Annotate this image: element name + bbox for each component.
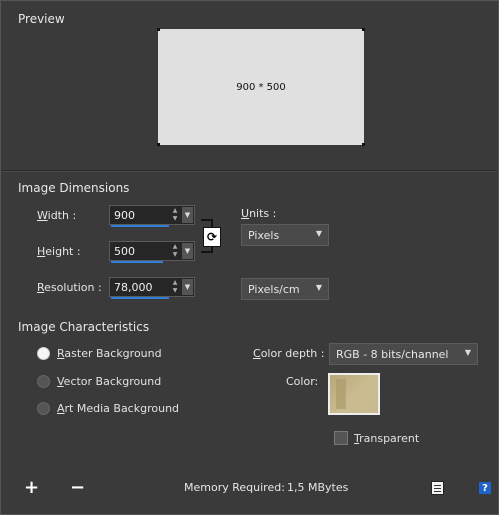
increment-icon[interactable]: ▲ — [173, 207, 178, 215]
resolution-dropdown-button[interactable]: ▼ — [182, 279, 193, 295]
transparent-label: Transparent — [354, 431, 420, 445]
memory-required-label: Memory Required: — [184, 481, 285, 494]
image-characteristics-title: Image Characteristics — [18, 320, 150, 334]
height-underline — [111, 261, 163, 263]
height-value[interactable]: 500 — [114, 245, 135, 258]
image-dimensions-title: Image Dimensions — [18, 181, 130, 195]
decrement-icon[interactable]: ▼ — [173, 215, 178, 223]
transparent-checkbox[interactable] — [334, 431, 348, 445]
divider — [2, 170, 497, 172]
vector-background-label: Vector Background — [57, 375, 162, 388]
width-underline — [111, 225, 169, 227]
units-select[interactable]: Pixels ▼ — [241, 224, 329, 246]
units-value: Pixels — [248, 229, 280, 242]
link-icon[interactable]: ⟳ — [203, 227, 221, 247]
color-label: Color: — [286, 375, 319, 388]
remove-preset-button[interactable]: − — [70, 477, 85, 498]
radio-selected-icon[interactable] — [37, 347, 50, 360]
raster-background-option[interactable]: Raster Background — [37, 347, 162, 360]
chevron-down-icon: ▼ — [184, 211, 191, 219]
width-dropdown-button[interactable]: ▼ — [182, 207, 193, 223]
resolution-underline — [111, 297, 169, 299]
decrement-icon[interactable]: ▼ — [173, 287, 178, 295]
preview-corner — [157, 143, 160, 146]
preview-corner — [157, 28, 160, 31]
color-depth-select[interactable]: RGB - 8 bits/channel ▼ — [329, 343, 478, 365]
new-image-dialog: Preview 900 * 500 Image Dimensions Width… — [0, 0, 499, 515]
height-field[interactable]: 500 ▲ ▼ ▼ — [109, 241, 195, 263]
chevron-down-icon: ▼ — [315, 283, 322, 292]
resolution-stepper[interactable]: ▲ ▼ — [169, 279, 181, 295]
units-label: Units : — [241, 207, 277, 220]
add-preset-button[interactable]: + — [24, 477, 39, 498]
chevron-down-icon: ▼ — [184, 283, 191, 291]
width-label: Width : — [37, 209, 77, 222]
preview-corner — [362, 143, 365, 146]
radio-icon[interactable] — [37, 375, 50, 388]
preview-title: Preview — [18, 12, 65, 26]
memory-required-value: 1,5 MBytes — [287, 481, 349, 494]
chevron-down-icon: ▼ — [184, 247, 191, 255]
resolution-label: Resolution : — [37, 281, 102, 294]
width-field[interactable]: 900 ▲ ▼ ▼ — [109, 205, 195, 227]
notes-icon[interactable] — [431, 481, 444, 495]
radio-icon[interactable] — [37, 402, 50, 415]
increment-icon[interactable]: ▲ — [173, 279, 178, 287]
increment-icon[interactable]: ▲ — [173, 243, 178, 251]
decrement-icon[interactable]: ▼ — [173, 251, 178, 259]
resolution-field[interactable]: 78,000 ▲ ▼ ▼ — [109, 277, 195, 299]
raster-background-label: Raster Background — [57, 347, 162, 360]
chevron-down-icon: ▼ — [315, 229, 322, 238]
height-stepper[interactable]: ▲ ▼ — [169, 243, 181, 259]
resolution-value[interactable]: 78,000 — [114, 281, 153, 294]
height-dropdown-button[interactable]: ▼ — [182, 243, 193, 259]
color-depth-label: Color depth : — [253, 347, 325, 360]
resolution-units-value: Pixels/cm — [248, 283, 300, 296]
resolution-units-select[interactable]: Pixels/cm ▼ — [241, 278, 329, 300]
art-media-background-option[interactable]: Art Media Background — [37, 402, 179, 415]
vector-background-option[interactable]: Vector Background — [37, 375, 161, 388]
transparent-option[interactable]: Transparent — [334, 431, 419, 445]
help-icon[interactable]: ? — [479, 482, 491, 494]
chevron-down-icon: ▼ — [464, 348, 471, 357]
art-media-background-label: Art Media Background — [57, 402, 180, 415]
lock-aspect-ratio-button[interactable]: ⟳ — [201, 219, 221, 253]
preview-canvas: 900 * 500 — [157, 28, 365, 146]
preview-size-text: 900 * 500 — [236, 81, 286, 93]
height-label: Height : — [37, 245, 81, 258]
width-stepper[interactable]: ▲ ▼ — [169, 207, 181, 223]
width-value[interactable]: 900 — [114, 209, 135, 222]
color-depth-value: RGB - 8 bits/channel — [336, 348, 449, 361]
color-swatch[interactable] — [328, 373, 380, 415]
preview-corner — [362, 28, 365, 31]
